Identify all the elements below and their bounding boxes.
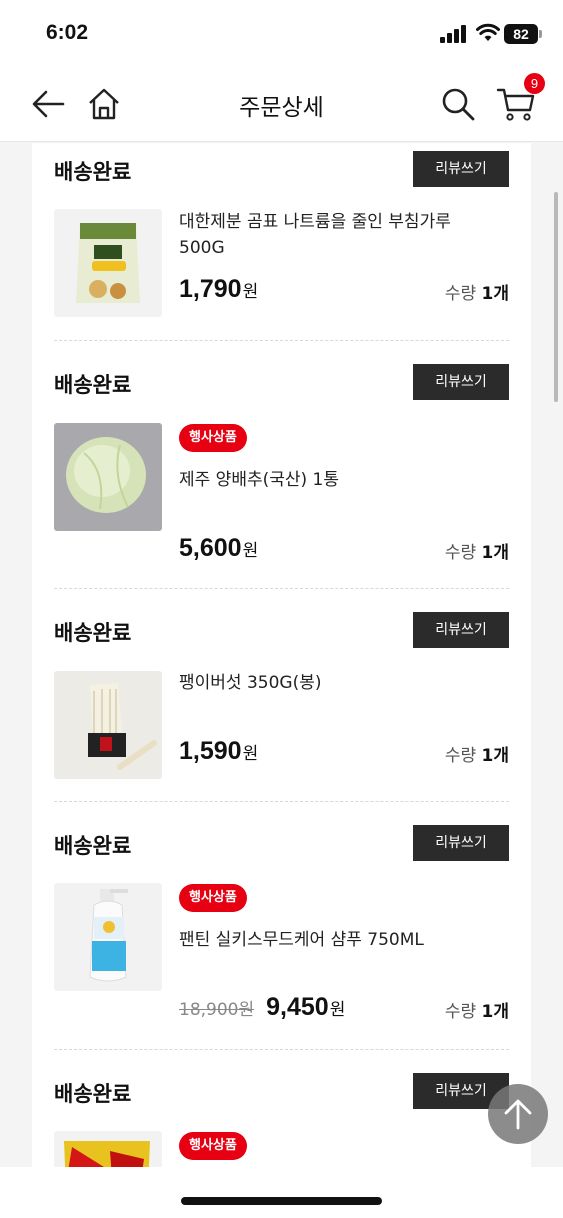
- quantity-value: 1개: [481, 284, 509, 304]
- quantity-value: 1개: [481, 1002, 509, 1022]
- quantity-label: 수량: [444, 543, 477, 563]
- delivery-status: 배송완료: [54, 834, 132, 858]
- price: 5,600 원: [179, 534, 258, 563]
- product-image-snack[interactable]: [54, 1131, 162, 1167]
- delivery-status: 배송완료: [54, 621, 132, 645]
- currency-unit: 원: [329, 1000, 346, 1020]
- scroll-to-top-button[interactable]: [488, 1084, 548, 1144]
- delivery-status: 배송완료: [54, 160, 132, 184]
- write-review-button[interactable]: 리뷰쓰기: [413, 151, 509, 187]
- top-navigation-bar: 주문상세: [0, 66, 563, 142]
- search-button[interactable]: [436, 82, 480, 126]
- search-icon: [442, 88, 475, 121]
- product-image-flour[interactable]: [54, 209, 162, 317]
- product-image-enoki[interactable]: [54, 671, 162, 779]
- status-time: 6:02: [46, 21, 89, 44]
- original-price: 18,900원: [179, 1000, 255, 1020]
- divider: [54, 1049, 509, 1050]
- quantity-label: 수량: [444, 746, 477, 766]
- price: 18,900원 9,450 원: [179, 993, 345, 1022]
- event-product-badge: 행사상품: [179, 884, 247, 912]
- product-image-shampoo[interactable]: [54, 883, 162, 991]
- quantity: 수량 1개: [445, 279, 509, 304]
- divider: [54, 588, 509, 589]
- quantity: 수량 1개: [445, 741, 509, 766]
- product-name[interactable]: 대한제분 곰표 나트륨을 줄인 부침가루 500G: [179, 209, 499, 261]
- scrollbar[interactable]: [554, 192, 558, 402]
- product-name[interactable]: 제주 양배추(국산) 1통: [179, 467, 499, 493]
- event-product-badge: 행사상품: [179, 1132, 247, 1160]
- currency-unit: 원: [242, 282, 259, 302]
- quantity-value: 1개: [481, 543, 509, 563]
- divider: [54, 801, 509, 802]
- write-review-button[interactable]: 리뷰쓰기: [413, 364, 509, 400]
- sale-price: 5,600: [179, 534, 242, 562]
- event-product-badge: 행사상품: [179, 424, 247, 452]
- quantity: 수량 1개: [445, 538, 509, 563]
- bottom-safe-area: [0, 1167, 563, 1218]
- cellular-signal-icon: [440, 25, 466, 43]
- price: 1,790 원: [179, 275, 258, 304]
- battery-icon: 82: [504, 24, 538, 44]
- currency-unit: 원: [242, 744, 259, 764]
- write-review-button[interactable]: 리뷰쓰기: [413, 612, 509, 648]
- home-indicator[interactable]: [181, 1197, 382, 1205]
- delivery-status: 배송완료: [54, 1082, 132, 1106]
- status-bar: 6:02 82: [0, 0, 563, 66]
- currency-unit: 원: [242, 541, 259, 561]
- wifi-icon: [476, 23, 500, 41]
- battery-tip: [539, 30, 542, 38]
- arrow-up-icon: [504, 1099, 532, 1130]
- quantity-label: 수량: [444, 284, 477, 304]
- order-detail-list: 배송완료 리뷰쓰기 대한제분 곰표 나트륨을 줄인 부침가루 500G 1,79…: [32, 143, 531, 1167]
- sale-price: 1,590: [179, 737, 242, 765]
- write-review-button[interactable]: 리뷰쓰기: [413, 825, 509, 861]
- price: 1,590 원: [179, 737, 258, 766]
- quantity: 수량 1개: [445, 997, 509, 1022]
- quantity-value: 1개: [481, 746, 509, 766]
- quantity-label: 수량: [444, 1002, 477, 1022]
- product-image-cabbage[interactable]: [54, 423, 162, 531]
- delivery-status: 배송완료: [54, 373, 132, 397]
- sale-price: 1,790: [179, 275, 242, 303]
- sale-price: 9,450: [266, 993, 329, 1021]
- product-name[interactable]: 팬틴 실키스무드케어 샴푸 750ML: [179, 927, 499, 953]
- cart-count-badge: 9: [524, 73, 545, 94]
- product-name[interactable]: 팽이버섯 350G(봉): [179, 670, 499, 696]
- divider: [54, 340, 509, 341]
